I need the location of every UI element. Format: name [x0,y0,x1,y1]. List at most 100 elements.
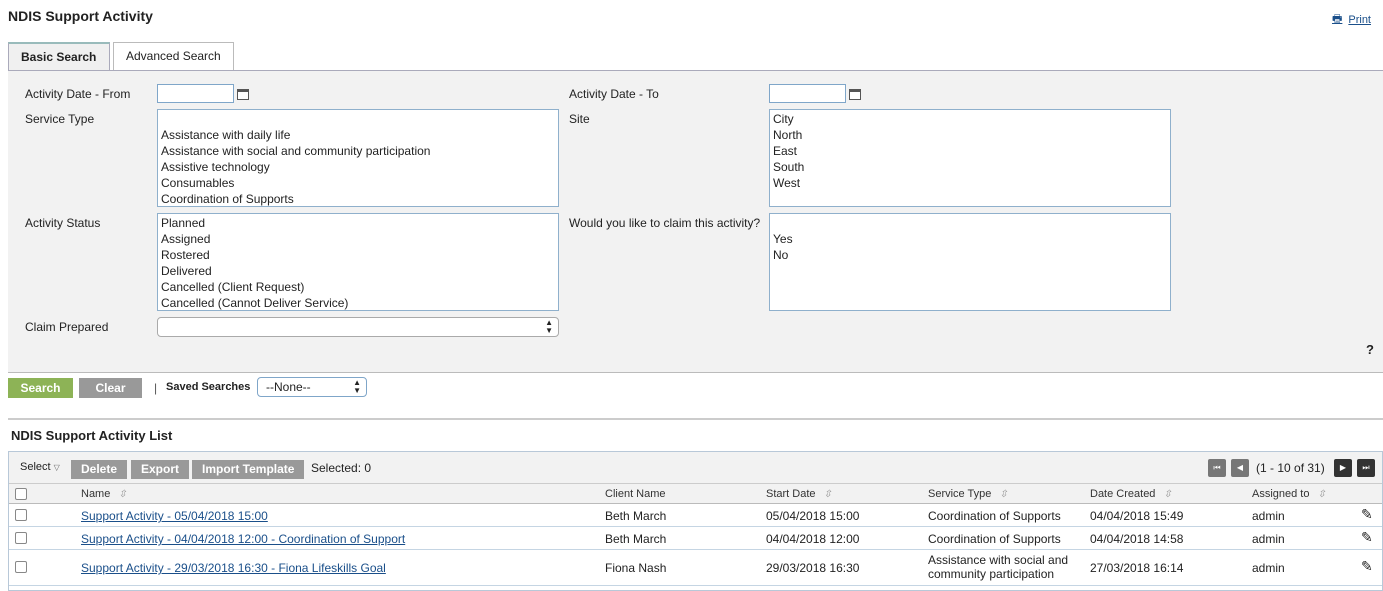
table-row: Support Activity - 29/03/2018 16:30 - Fi… [9,550,1382,586]
sort-icon: ⇳ [118,489,127,500]
edit-pencil-icon[interactable]: ✎ [1361,529,1373,546]
option[interactable]: Assistance with daily life [161,127,555,143]
edit-pencil-icon[interactable]: ✎ [1361,506,1373,523]
option[interactable] [773,215,1167,231]
tab-basic-search[interactable]: Basic Search [8,42,110,71]
col-date-created[interactable]: Date Created ⇳ [1090,488,1172,500]
activity-status-label: Activity Status [25,216,101,230]
assigned-to: admin [1252,561,1285,575]
page-title: NDIS Support Activity [8,8,153,24]
list-title: NDIS Support Activity List [11,428,173,443]
next-page-icon[interactable]: ▶ [1334,459,1352,477]
option[interactable]: No [773,247,1167,263]
col-name[interactable]: Name ⇳ [81,488,127,500]
last-page-icon[interactable]: ⏭ [1357,459,1375,477]
selected-count: Selected: 0 [311,461,372,475]
clear-button[interactable]: Clear [79,378,142,398]
activity-status-listbox[interactable]: Planned Assigned Rostered Delivered Cancelle… [157,213,559,311]
import-template-button[interactable]: Import Template [192,460,305,479]
service-type: Coordination of Supports [928,509,1061,523]
option[interactable]: Coordination of Supports [161,191,555,206]
option[interactable]: Cancelled (Client Request) [161,279,555,295]
row-checkbox[interactable] [15,561,27,573]
option[interactable]: Yes [773,231,1167,247]
tab-advanced-search[interactable]: Advanced Search [113,42,234,71]
export-button[interactable]: Export [131,460,190,479]
select-arrows-icon: ▲ ▼ [545,318,553,335]
date-created: 27/03/2018 16:14 [1090,561,1184,575]
start-date: 29/03/2018 16:30 [766,561,860,575]
activity-link[interactable]: Support Activity - 05/04/2018 15:00 [81,509,268,523]
col-client: Client Name [605,488,666,500]
saved-searches-select[interactable]: --None-- ▲ ▼ [257,377,367,397]
option[interactable]: North [773,127,1167,143]
option[interactable]: Delivered [161,263,555,279]
divider [8,418,1383,420]
date-from-input[interactable] [157,84,234,103]
date-from-label: Activity Date - From [25,87,131,101]
site-listbox[interactable]: City North East South West [769,109,1171,207]
edit-pencil-icon[interactable]: ✎ [1361,558,1373,575]
client-name: Beth March [605,509,667,523]
claim-label: Would you like to claim this activity? [569,216,761,230]
option[interactable]: City [773,111,1167,127]
option[interactable]: Rostered [161,247,555,263]
select-dropdown[interactable]: Select ▽ [20,461,60,473]
option[interactable]: South [773,159,1167,175]
start-date: 04/04/2018 12:00 [766,532,860,546]
start-date: 05/04/2018 15:00 [766,509,860,523]
option[interactable]: Consumables [161,175,555,191]
print-link[interactable]: 🖶 Print [1332,10,1371,29]
sort-icon: ⇳ [1317,489,1326,500]
date-created: 04/04/2018 15:49 [1090,509,1184,523]
activity-link[interactable]: Support Activity - 29/03/2018 16:30 - Fi… [81,561,386,575]
option[interactable]: Assigned [161,231,555,247]
service-type-listbox[interactable]: Assistance with daily life Assistance wit… [157,109,559,207]
prev-page-icon[interactable]: ◀ [1231,459,1249,477]
search-button[interactable]: Search [8,378,73,398]
sort-icon: ⇳ [999,489,1008,500]
option[interactable]: Planned [161,215,555,231]
row-checkbox[interactable] [15,509,27,521]
option[interactable]: Cancelled (Cannot Deliver Service) [161,295,555,310]
select-all-checkbox[interactable] [15,488,27,500]
calendar-icon[interactable] [849,89,861,100]
assigned-to: admin [1252,532,1285,546]
col-service-type[interactable]: Service Type ⇳ [928,488,1008,500]
claim-listbox[interactable]: Yes No [769,213,1171,311]
saved-searches-label: Saved Searches [166,381,251,393]
delete-button[interactable]: Delete [71,460,128,479]
option[interactable]: East [773,143,1167,159]
separator: | [154,381,158,395]
first-page-icon[interactable]: ⏮ [1208,459,1226,477]
sort-icon: ⇳ [823,489,832,500]
claim-prepared-select[interactable]: ▲ ▼ [157,317,559,337]
date-created: 04/04/2018 14:58 [1090,532,1184,546]
date-to-input[interactable] [769,84,846,103]
table-row: Support Activity - 04/04/2018 12:00 - Co… [9,527,1382,550]
option[interactable]: West [773,175,1167,191]
client-name: Beth March [605,532,667,546]
help-icon[interactable]: ? [1366,342,1374,357]
assigned-to: admin [1252,509,1285,523]
table-row: Support Activity - 05/04/2018 15:00 Beth… [9,504,1382,527]
col-assigned[interactable]: Assigned to ⇳ [1252,488,1326,500]
select-arrows-icon: ▲ ▼ [353,378,361,395]
table-header: Name ⇳ Client Name Start Date ⇳ Service Ty… [9,484,1382,504]
site-label: Site [569,112,590,126]
option[interactable]: Assistive technology [161,159,555,175]
printer-icon: 🖶 [1331,13,1343,25]
service-type: Coordination of Supports [928,532,1061,546]
option[interactable] [161,111,555,127]
service-type: Assistance with social and community par… [928,553,1069,581]
option[interactable]: Assistance with social and community par… [161,143,555,159]
client-name: Fiona Nash [605,561,667,575]
pagination-info: (1 - 10 of 31) [1256,461,1325,475]
calendar-icon[interactable] [237,89,249,100]
row-checkbox[interactable] [15,532,27,544]
col-start-date[interactable]: Start Date ⇳ [766,488,832,500]
activity-table: Select ▽ Delete Export Import Template S… [8,451,1383,591]
date-to-label: Activity Date - To [569,87,659,101]
activity-link[interactable]: Support Activity - 04/04/2018 12:00 - Co… [81,532,405,546]
chevron-down-icon: ▽ [53,463,60,472]
